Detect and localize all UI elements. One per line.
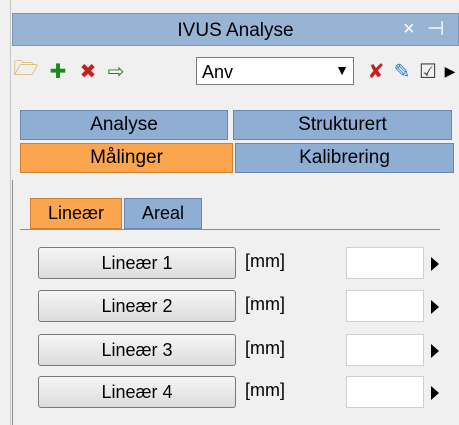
auto-detect-icon[interactable]: ✎ (390, 57, 414, 85)
value-field-1[interactable] (346, 247, 424, 279)
measurement-row: Lineær 2 [mm] (38, 290, 458, 322)
tab-analyse[interactable]: Analyse (20, 110, 228, 140)
expand-arrow-icon[interactable] (431, 300, 439, 314)
measure-button-1-label: Lineær 1 (101, 252, 173, 273)
tab-malinger-label: Målinger (90, 147, 163, 168)
measure-button-4-label: Lineær 4 (101, 381, 173, 402)
tab-strukturert-label: Strukturert (298, 114, 387, 135)
measure-button-1[interactable]: Lineær 1 (38, 247, 236, 279)
tab-row-1: Analyse Strukturert (0, 110, 459, 140)
value-field-4[interactable] (346, 376, 424, 408)
measure-button-3[interactable]: Lineær 3 (38, 334, 236, 366)
unit-label: [mm] (245, 338, 285, 358)
edit-box-icon[interactable]: ☑ (416, 57, 440, 85)
close-icon[interactable]: × (403, 19, 415, 39)
value-field-2[interactable] (346, 290, 424, 322)
chevron-down-icon: ▼ (335, 62, 349, 78)
subtab-areal[interactable]: Areal (124, 198, 202, 229)
panel-title: IVUS Analyse (177, 20, 294, 41)
tab-strukturert[interactable]: Strukturert (233, 110, 452, 140)
tab-kalibrering[interactable]: Kalibrering (235, 143, 454, 173)
unit-label: [mm] (245, 380, 285, 400)
user-select-value: Anv (202, 62, 234, 82)
add-measurement-icon[interactable]: ✚ (46, 57, 70, 85)
left-dock-edge (0, 0, 11, 425)
pin-icon[interactable]: ⊣ (427, 19, 444, 39)
subtab-divider (20, 229, 440, 230)
measure-button-2-label: Lineær 2 (101, 295, 173, 316)
measurement-row: Lineær 3 [mm] (38, 334, 458, 366)
toolbar: 🗁 ✚ ✖ ⇨ Anv ▼ ✘ ✎ ☑ ▶ (12, 54, 459, 90)
clear-icon[interactable]: ✘ (364, 57, 388, 85)
tab-analyse-label: Analyse (90, 114, 158, 135)
measure-button-4[interactable]: Lineær 4 (38, 376, 236, 408)
panel-titlebar: IVUS Analyse × ⊣ (12, 13, 459, 46)
expand-arrow-icon[interactable] (431, 386, 439, 400)
subtab-areal-label: Areal (141, 203, 185, 223)
value-field-3[interactable] (346, 334, 424, 366)
user-select[interactable]: Anv ▼ (196, 57, 354, 85)
measure-button-2[interactable]: Lineær 2 (38, 290, 236, 322)
tab-kalibrering-label: Kalibrering (299, 147, 390, 168)
expand-arrow-icon[interactable] (431, 344, 439, 358)
measure-button-3-label: Lineær 3 (101, 339, 173, 360)
unit-label: [mm] (245, 294, 285, 314)
delete-measurement-icon[interactable]: ✖ (76, 57, 100, 85)
subtab-lineaer-label: Lineær (47, 203, 105, 223)
export-icon[interactable]: ⇨ (104, 57, 128, 85)
measurement-row: Lineær 4 [mm] (38, 376, 458, 408)
measurement-row: Lineær 1 [mm] (38, 247, 458, 279)
open-folder-icon[interactable]: 🗁 (14, 57, 39, 85)
tab-malinger[interactable]: Målinger (20, 143, 233, 173)
subtab-lineaer[interactable]: Lineær (30, 198, 122, 229)
more-tools-icon[interactable]: ▶ (438, 57, 459, 85)
expand-arrow-icon[interactable] (431, 257, 439, 271)
tab-row-2: Målinger Kalibrering (0, 143, 459, 173)
unit-label: [mm] (245, 251, 285, 271)
